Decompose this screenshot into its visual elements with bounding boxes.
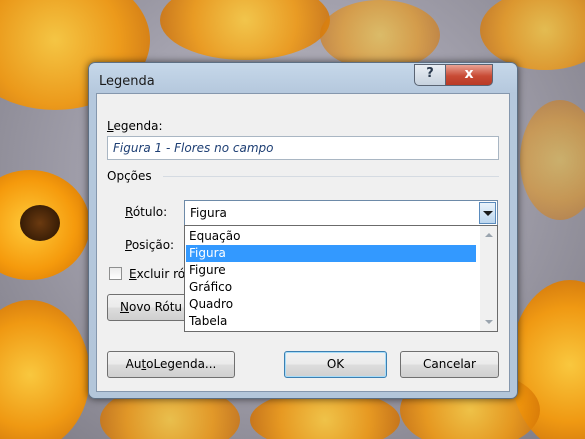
scroll-down-icon[interactable] [485,320,493,324]
list-scrollbar[interactable] [480,226,497,331]
rotulo-label: Rótulo: [125,205,168,219]
list-item[interactable]: Figure [186,262,476,279]
list-item-selected[interactable]: Figura [186,245,476,262]
autocaption-button[interactable]: AutoLegenda... [107,351,235,378]
list-item[interactable]: Tabela [186,313,476,330]
help-icon: ? [426,66,434,81]
cancel-button[interactable]: Cancelar [400,351,499,378]
list-item[interactable]: Gráfico [186,279,476,296]
posicao-label: Posição: [125,238,175,252]
scroll-up-icon[interactable] [485,233,493,237]
caption-input[interactable]: Figura 1 - Flores no campo [107,136,499,160]
caption-input-value: Figura 1 - Flores no campo [113,141,274,155]
exclude-label-checkbox[interactable] [109,267,122,280]
dialog-title: Legenda [99,74,155,89]
list-item[interactable]: Equação [186,228,476,245]
caption-dialog: Legenda ? x Legenda: Figura 1 - Flores n… [88,62,518,399]
help-button[interactable]: ? [414,64,446,86]
caption-label-text: egenda: [113,119,163,133]
close-button[interactable]: x [445,64,493,86]
options-group-label: Opções [107,169,152,183]
rotulo-dropdown-list[interactable]: Equação Figura Figure Gráfico Quadro Tab… [184,225,498,332]
options-divider [163,176,499,177]
rotulo-value: Figura [190,206,227,220]
rotulo-combobox[interactable]: Figura [184,200,498,226]
new-label-button[interactable]: Novo Rótu [107,294,193,321]
ok-button[interactable]: OK [284,351,387,378]
chevron-down-icon[interactable] [479,202,496,224]
dialog-titlebar[interactable]: Legenda ? x [89,63,517,93]
dialog-body: Legenda: Figura 1 - Flores no campo Opçõ… [96,93,510,392]
list-item[interactable]: Quadro [186,296,476,313]
caption-label: Legenda: [107,119,163,133]
close-icon: x [464,66,474,82]
exclude-label-text: Excluir ró [129,267,186,281]
